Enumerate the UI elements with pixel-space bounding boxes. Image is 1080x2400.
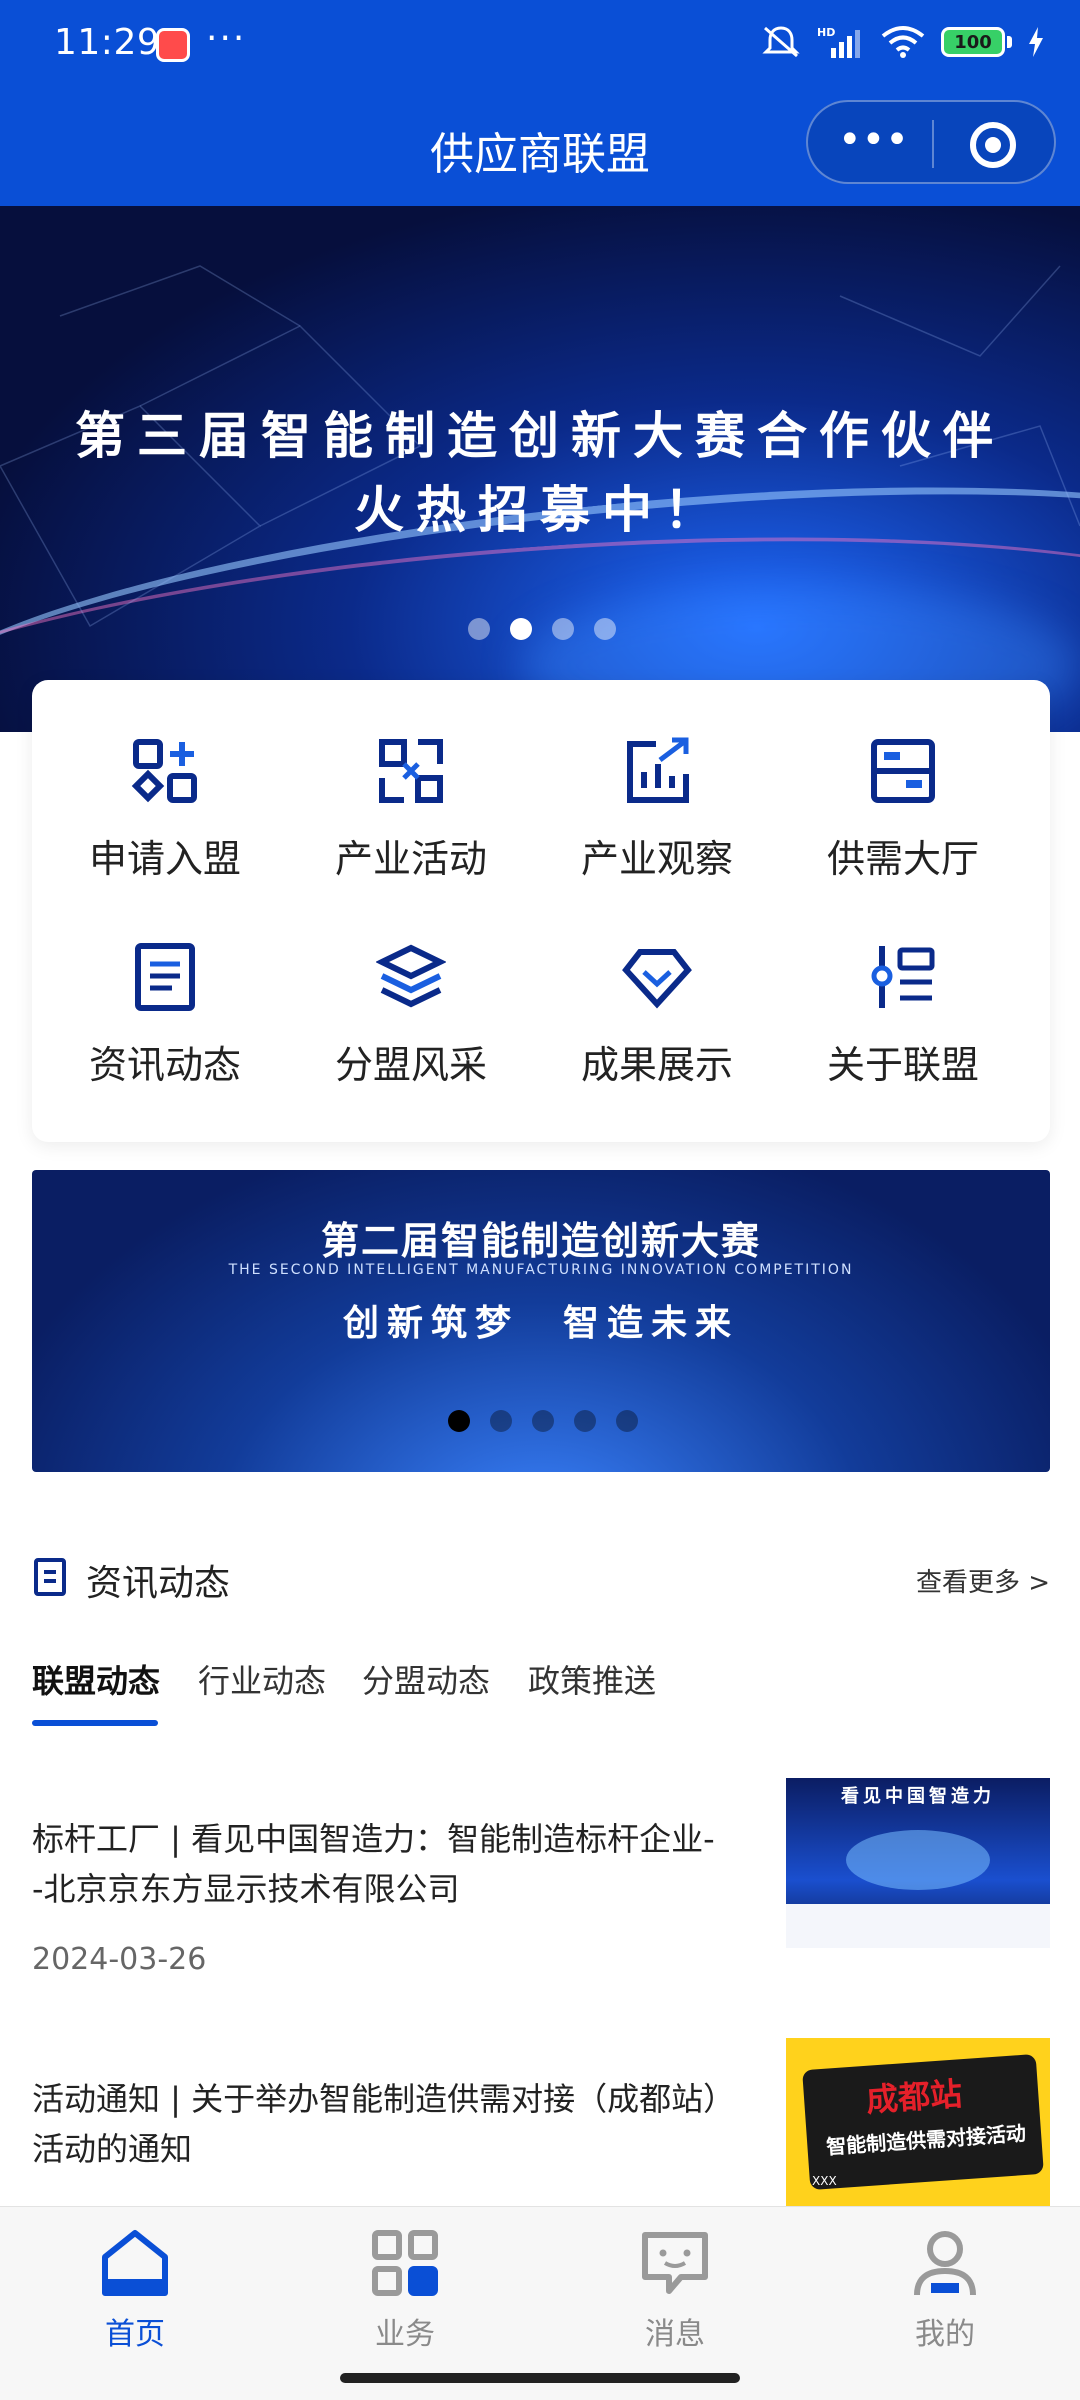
- svg-text:HD: HD: [817, 26, 835, 39]
- hero-banner[interactable]: 第三届智能制造创新大赛合作伙伴 火热招募中！: [0, 206, 1080, 732]
- tab-business[interactable]: 业务: [270, 2221, 540, 2352]
- grid-label: 申请入盟: [88, 837, 241, 881]
- grid-label: 分盟风采: [334, 1043, 487, 1087]
- article-thumbnail: 看见中国智造力: [786, 1778, 1050, 1948]
- carousel-dot[interactable]: [616, 1410, 638, 1432]
- hall-icon: [871, 739, 935, 803]
- carousel-dot-active[interactable]: [448, 1410, 470, 1432]
- more-notifications-icon: ···: [206, 18, 247, 59]
- hero-carousel-dots: [468, 618, 616, 640]
- apps-add-icon: [131, 739, 197, 803]
- bottom-tab-bar: 首页 业务 消息 我的: [0, 2206, 1080, 2362]
- more-menu-button[interactable]: •••: [838, 118, 909, 166]
- active-tab-indicator: [32, 1720, 158, 1726]
- news-list-item[interactable]: 标杆工厂 | 看见中国智造力：智能制造标杆企业--北京京东方显示技术有限公司 2…: [32, 1778, 1050, 1978]
- grid-item-join[interactable]: 申请入盟: [42, 736, 288, 916]
- top-bar: 11:29 ··· HD 100 供应商联盟 •••: [0, 0, 1080, 206]
- article-title: 活动通知 | 关于举办智能制造供需对接（成都站）活动的通知: [32, 2080, 720, 2168]
- article-thumbnail: 成都站 智能制造供需对接活动 XXX: [786, 2038, 1050, 2206]
- grid-label: 成果展示: [580, 1043, 733, 1087]
- carousel-dot[interactable]: [532, 1410, 554, 1432]
- message-icon: [642, 2232, 708, 2294]
- article-title: 标杆工厂 | 看见中国智造力：智能制造标杆企业--北京京东方显示技术有限公司: [32, 1820, 715, 1908]
- home-indicator[interactable]: [340, 2373, 740, 2383]
- carousel-dot[interactable]: [594, 618, 616, 640]
- tab-alliance-news[interactable]: 联盟动态: [32, 1656, 160, 1702]
- close-target-button[interactable]: [970, 122, 1016, 168]
- activity-icon: [379, 739, 443, 803]
- capsule-divider: [932, 120, 934, 168]
- article-date: 2024-03-26: [32, 1942, 207, 1977]
- status-time: 11:29: [54, 22, 161, 63]
- wifi-icon: [881, 26, 925, 58]
- grid-item-activity[interactable]: 产业活动: [288, 736, 534, 916]
- user-icon: [914, 2231, 976, 2296]
- layers-icon: [376, 944, 446, 1008]
- banner-subtitle-en: THE SECOND INTELLIGENT MANUFACTURING INN…: [228, 1262, 854, 1278]
- function-grid: 申请入盟 产业活动 产业观察 供需大厅 资讯动态 分盟风采 成果展示 关于联盟: [32, 680, 1050, 1142]
- hero-headline: 第三届智能制造创新大赛合作伙伴: [75, 407, 1005, 465]
- competition-banner[interactable]: 第二届智能制造创新大赛 THE SECOND INTELLIGENT MANUF…: [32, 1170, 1050, 1472]
- grid-label: 产业活动: [334, 837, 487, 881]
- grid-item-observe[interactable]: 产业观察: [534, 736, 780, 916]
- news-icon: [34, 1558, 66, 1596]
- grid-icon: [372, 2230, 438, 2296]
- tab-messages[interactable]: 消息: [540, 2221, 810, 2352]
- news-tabs: 联盟动态 行业动态 分盟动态 政策推送: [32, 1650, 1050, 1730]
- tab-home[interactable]: 首页: [0, 2221, 270, 2352]
- grid-item-achievement[interactable]: 成果展示: [534, 942, 780, 1122]
- carousel-dot[interactable]: [490, 1410, 512, 1432]
- carousel-dot[interactable]: [574, 1410, 596, 1432]
- carousel-dot[interactable]: [468, 618, 490, 640]
- charging-icon: [1029, 27, 1043, 57]
- tab-industry-news[interactable]: 行业动态: [198, 1656, 326, 1702]
- network-lines-decor: [0, 265, 1080, 628]
- grid-label: 供需大厅: [826, 837, 979, 881]
- tab-profile[interactable]: 我的: [810, 2221, 1080, 2352]
- mute-icon: [762, 26, 800, 58]
- banner-title: 第二届智能制造创新大赛: [320, 1219, 761, 1263]
- tab-label: 我的: [915, 2317, 975, 2352]
- hero-subheadline: 火热招募中！: [354, 481, 726, 539]
- news-list-item[interactable]: 活动通知 | 关于举办智能制造供需对接（成都站）活动的通知 成都站 智能制造供需…: [32, 2038, 1050, 2206]
- tab-label: 业务: [375, 2317, 435, 2352]
- status-bar: 11:29 ··· HD 100: [0, 0, 1080, 96]
- tab-branch-news[interactable]: 分盟动态: [362, 1656, 490, 1702]
- signal-icon: HD: [817, 26, 860, 58]
- tab-label: 首页: [105, 2317, 165, 2352]
- nav-bar: 供应商联盟 •••: [0, 96, 1080, 206]
- status-icons: HD 100: [761, 24, 1044, 60]
- grid-item-news[interactable]: 资讯动态: [42, 942, 288, 1122]
- banner-carousel-dots: [448, 1410, 638, 1432]
- home-icon: [102, 2230, 168, 2296]
- tab-policy[interactable]: 政策推送: [528, 1656, 656, 1702]
- info-list-icon: [871, 946, 935, 1008]
- grid-item-branch[interactable]: 分盟风采: [288, 942, 534, 1122]
- grid-item-hall[interactable]: 供需大厅: [780, 736, 1026, 916]
- grid-label: 资讯动态: [88, 1043, 241, 1087]
- diamond-icon: [622, 949, 692, 1009]
- carousel-dot[interactable]: [552, 618, 574, 640]
- mini-program-capsule: •••: [806, 100, 1056, 184]
- banner-slogan: 创新筑梦 智造未来: [342, 1303, 739, 1344]
- grid-item-about[interactable]: 关于联盟: [780, 942, 1026, 1122]
- grid-label: 关于联盟: [826, 1043, 979, 1087]
- notification-app-icon: [156, 28, 190, 62]
- section-title: 资讯动态: [86, 1563, 231, 1604]
- view-more-link[interactable]: 查看更多 >: [916, 1562, 1050, 1599]
- carousel-dot-active[interactable]: [510, 618, 532, 640]
- chart-trend-icon: [627, 737, 689, 803]
- grid-label: 产业观察: [580, 837, 733, 881]
- tab-label: 消息: [645, 2317, 705, 2352]
- battery-level: 100: [941, 27, 1005, 57]
- document-icon: [135, 943, 195, 1011]
- news-section-header: 资讯动态 查看更多 >: [32, 1552, 1050, 1612]
- battery-icon: 100: [941, 27, 1012, 57]
